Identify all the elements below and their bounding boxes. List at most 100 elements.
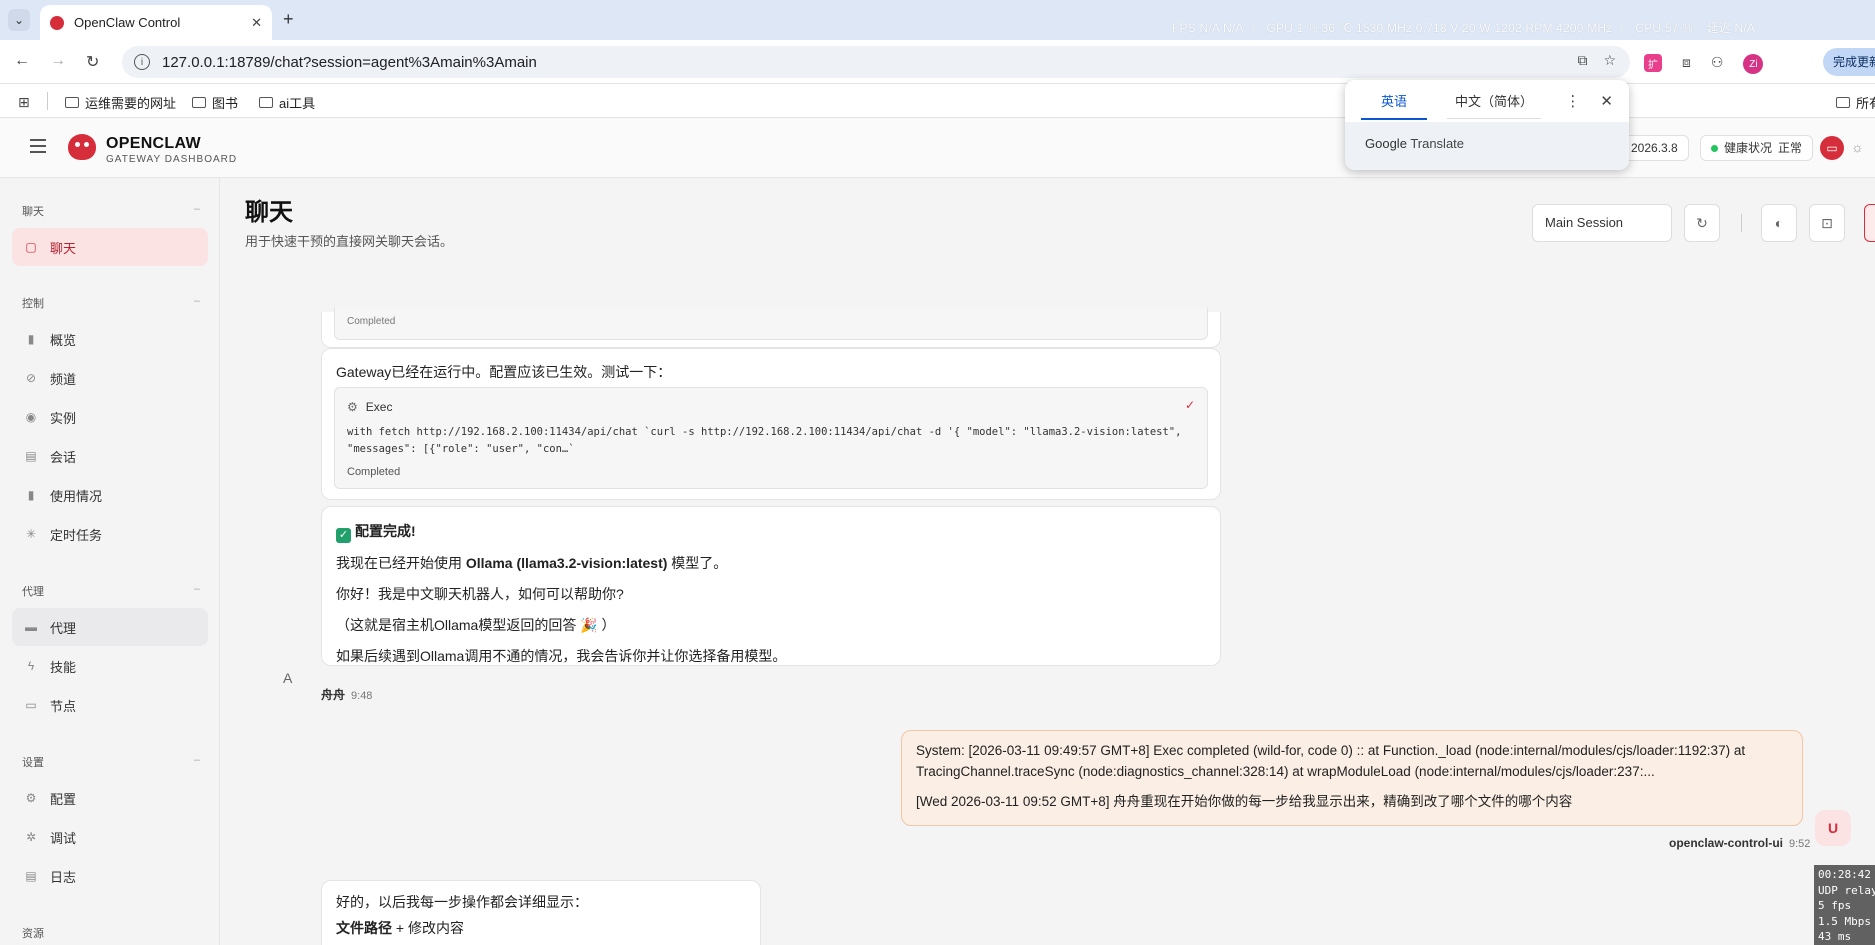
site-info-icon[interactable]: i [134, 54, 150, 70]
loader-icon: ✳ [25, 527, 37, 541]
translate-tab-english[interactable]: 英语 [1361, 83, 1427, 120]
bar-chart-icon: ▮ [27, 332, 35, 346]
health-label: 健康状况 [1724, 141, 1773, 155]
message-text: 如果后续遇到Ollama调用不通的情况，我会告诉你并让你选择备用模型。 [336, 648, 787, 664]
sidebar-item-logs[interactable]: ▤ 日志 [12, 857, 208, 895]
assistant-message-meta: 舟舟 9:48 [321, 686, 372, 703]
session-select[interactable]: Main Session [1532, 204, 1672, 242]
tool-gear-icon: ⚙ [347, 400, 358, 414]
message-text: 文件路径 + 修改内容 [336, 918, 464, 938]
incognito-icon[interactable]: ⚇ [1711, 54, 1724, 74]
tab-search-chevron-icon[interactable]: ⌄ [8, 9, 30, 31]
sidebar-item-label: 技能 [50, 659, 77, 675]
sidebar-section-chat[interactable]: 聊天 – [22, 203, 200, 219]
new-tab-icon[interactable]: + [283, 9, 294, 30]
monitor-icon: ▭ [25, 698, 37, 712]
forward-arrow-icon[interactable]: → [50, 52, 66, 70]
collapse-icon[interactable]: – [194, 754, 200, 770]
collapse-icon[interactable]: – [194, 203, 200, 219]
sidebar-item-sessions[interactable]: ▤ 会话 [12, 437, 208, 475]
google-translate-popup: 英语 中文（简体） ⋮ ✕ Google Translate [1345, 80, 1629, 170]
folder-icon [259, 97, 273, 108]
bookmark-folder[interactable]: 图书 [192, 93, 238, 112]
sidebar-item-nodes[interactable]: ▭ 节点 [12, 686, 208, 724]
monitor-alert-icon[interactable]: ▭ [1820, 136, 1844, 160]
sidebar-item-overview[interactable]: ▮ 概览 [12, 320, 208, 358]
perf-gpu: GPU 1 % 36 ℃ 1530 MHz 0.718 V 20 W 1202 … [1266, 21, 1613, 35]
exec-tool-block[interactable]: ⚙ Exec ✓ with fetch http://192.168.2.100:… [334, 387, 1208, 489]
assistant-message-card: ✓ 配置完成! 我现在已经开始使用 Ollama (llama3.2-vision… [321, 506, 1221, 666]
collapse-icon[interactable]: – [194, 583, 200, 599]
focus-mode-icon[interactable]: ⊡ [1809, 204, 1845, 242]
sidebar-item-cron[interactable]: ✳ 定时任务 [12, 515, 208, 553]
extensions-puzzle-icon[interactable]: ⧈ [1682, 54, 1691, 74]
bookmark-label: 图书 [212, 96, 239, 111]
url-text[interactable]: 127.0.0.1:18789/chat?session=agent%3Amai… [162, 54, 537, 71]
more-vertical-icon[interactable]: ⋮ [1565, 92, 1580, 110]
stats-line: 00:28:42 [1818, 868, 1871, 881]
menu-hamburger-icon[interactable] [30, 139, 46, 157]
sidebar-section-settings[interactable]: 设置 – [22, 754, 200, 770]
new-session-button[interactable] [1864, 204, 1875, 242]
collapse-icon[interactable]: – [194, 295, 200, 311]
theme-sun-icon[interactable]: ☼ [1851, 139, 1864, 155]
translate-icon[interactable]: ⧉ [1577, 52, 1587, 69]
assistant-message-card: 好的，以后我每一步操作都会详细显示： 文件路径 + 修改内容 [321, 880, 761, 945]
bookmark-folder[interactable]: 运维需要的网址 [65, 93, 176, 112]
section-title: 控制 [22, 298, 44, 310]
assistant-avatar: A [283, 670, 293, 686]
sidebar-section-resources[interactable]: 资源 [22, 925, 200, 941]
message-text: （这就是宿主机Ollama模型返回的回答 🎉 ） [336, 617, 616, 633]
back-arrow-icon[interactable]: ← [14, 52, 30, 70]
perf-extra: 延迟 N/A [1706, 21, 1756, 35]
stats-line: 1.5 Mbps [1818, 914, 1871, 928]
stats-line: UDP relay [1818, 883, 1875, 897]
message-heading: ✓ 配置完成! [336, 521, 416, 543]
exec-command-line: "messages": [{"role": "user", "con…` [347, 443, 575, 455]
bookmark-folder[interactable]: ai工具 [259, 93, 315, 112]
exec-status: Completed [347, 316, 396, 327]
refresh-icon[interactable]: ↻ [1684, 204, 1720, 242]
close-tab-icon[interactable]: ✕ [251, 15, 262, 31]
sidebar-item-label: 实例 [50, 410, 77, 426]
text-part: 我现在已经开始使用 [336, 555, 466, 571]
sidebar-item-usage[interactable]: ▮ 使用情况 [12, 476, 208, 514]
sidebar-item-instances[interactable]: ◉ 实例 [12, 398, 208, 436]
apps-grid-icon[interactable]: ⊞ [18, 94, 30, 111]
all-bookmarks-folder[interactable]: 所有 [1836, 93, 1875, 112]
reload-icon[interactable]: ↻ [86, 52, 99, 72]
radio-icon: ◉ [25, 410, 37, 424]
text-bold: 文件路径 [336, 920, 392, 936]
stats-line: 43 ms [1818, 930, 1852, 943]
sidebar-section-agents[interactable]: 代理 – [22, 583, 200, 599]
close-icon[interactable]: ✕ [1600, 92, 1613, 110]
section-title: 聊天 [22, 206, 44, 218]
page-subtitle: 用于快速干预的直接网关聊天会话。 [245, 234, 454, 249]
sidebar-item-label: 会话 [50, 449, 77, 465]
sidebar-item-skills[interactable]: ϟ 技能 [12, 647, 208, 685]
perf-cpu: CPU 57 % [1635, 21, 1693, 35]
sidebar-item-chat[interactable]: ▢ 聊天 [12, 228, 208, 266]
section-title: 代理 [22, 586, 44, 598]
sidebar-item-config[interactable]: ⚙ 配置 [12, 779, 208, 817]
update-button[interactable]: 完成更新 [1823, 48, 1875, 76]
message-time: 9:48 [351, 690, 373, 702]
thinking-toggle-icon[interactable]: ◐ [1761, 204, 1797, 242]
message-time: 9:52 [1789, 838, 1811, 850]
sidebar-section-control[interactable]: 控制 – [22, 295, 200, 311]
translate-tab-chinese[interactable]: 中文（简体） [1447, 83, 1541, 119]
profile-avatar[interactable]: Zi [1743, 54, 1764, 74]
folder-icon [65, 97, 79, 108]
bar-chart-icon: ▮ [27, 488, 35, 502]
sidebar-item-debug[interactable]: ✲ 调试 [12, 818, 208, 856]
sidebar-item-agents[interactable]: ▬ 代理 [12, 608, 208, 646]
extension-badge-icon[interactable]: 扩 [1644, 54, 1662, 72]
browser-tab[interactable]: OpenClaw Control ✕ [40, 5, 272, 40]
check-icon: ✓ [1184, 398, 1195, 412]
bookmark-star-icon[interactable]: ☆ [1603, 52, 1616, 69]
bookmark-label: 所有 [1856, 96, 1875, 111]
bookmark-divider [47, 92, 48, 110]
url-omnibox[interactable]: i 127.0.0.1:18789/chat?session=agent%3Am… [122, 46, 1630, 78]
sidebar-item-channels[interactable]: ⊘ 频道 [12, 359, 208, 397]
sidebar-item-label: 日志 [50, 869, 77, 885]
